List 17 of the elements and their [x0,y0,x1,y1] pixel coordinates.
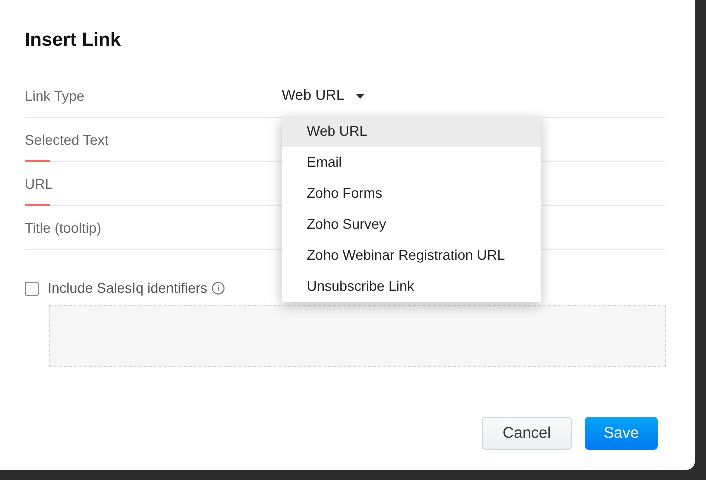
checkbox-label: Include SalesIq identifiers [48,279,208,298]
dialog-title: Insert Link [25,29,122,53]
field-label: Title (tooltip) [25,219,102,238]
dropdown-item[interactable]: Web URL [282,116,541,147]
field-label: URL [25,175,54,194]
checkbox[interactable] [25,282,39,296]
field-label: Selected Text [25,131,109,150]
dropdown-item[interactable]: Zoho Webinar Registration URL [282,240,541,271]
dropdown-item[interactable]: Zoho Survey [282,209,541,240]
info-icon [212,282,225,295]
cancel-button[interactable]: Cancel [482,417,572,450]
field-label: Link Type [25,87,85,106]
dropdown-item[interactable]: Unsubscribe Link [282,271,541,302]
dropdown-item[interactable]: Zoho Forms [282,178,541,209]
link-type-select[interactable]: Web URL [282,86,365,108]
dropdown-item[interactable]: Email [282,147,541,178]
caret-icon [356,94,365,100]
